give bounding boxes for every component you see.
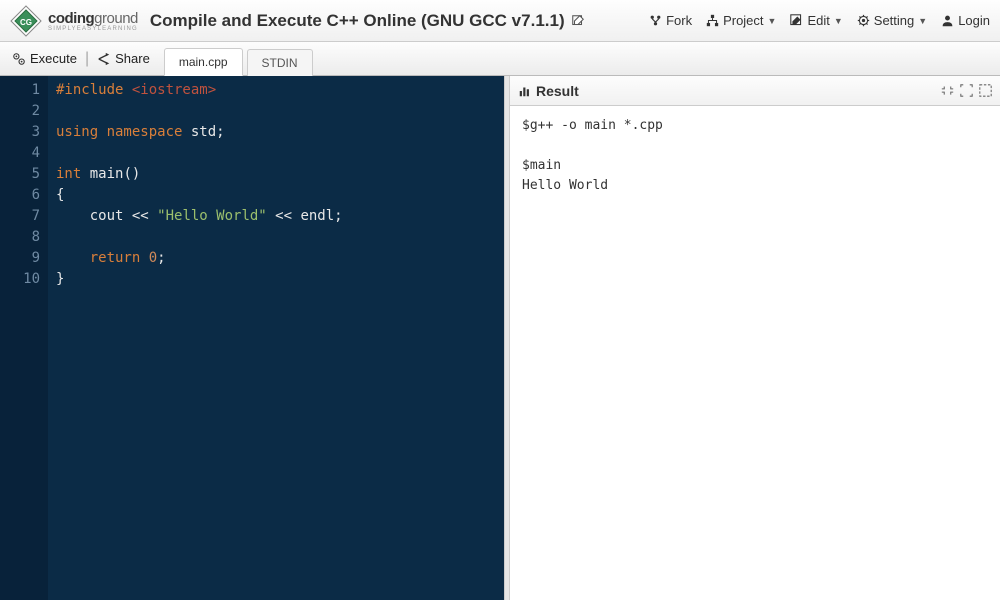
gear-icon bbox=[857, 14, 870, 27]
tab-main-cpp[interactable]: main.cpp bbox=[164, 48, 243, 76]
result-output[interactable]: $g++ -o main *.cpp $main Hello World bbox=[510, 106, 1000, 600]
code-editor[interactable]: 12345678910 #include <iostream>using nam… bbox=[0, 76, 504, 600]
main-split: 12345678910 #include <iostream>using nam… bbox=[0, 76, 1000, 600]
logo-icon: CG bbox=[10, 5, 42, 37]
result-header: Result bbox=[510, 76, 1000, 106]
expand-icon[interactable] bbox=[960, 84, 973, 97]
fork-button[interactable]: Fork bbox=[649, 13, 692, 28]
caret-down-icon: ▼ bbox=[834, 16, 843, 26]
toolbar: Execute | Share main.cpp STDIN bbox=[0, 42, 1000, 76]
user-icon bbox=[941, 14, 954, 27]
edit-title-icon[interactable] bbox=[571, 14, 585, 28]
svg-text:CG: CG bbox=[20, 18, 32, 27]
fork-icon bbox=[649, 14, 662, 27]
fullscreen-icon[interactable] bbox=[979, 84, 992, 97]
result-title-text: Result bbox=[536, 83, 579, 99]
collapse-icon[interactable] bbox=[941, 84, 954, 97]
pencil-square-icon bbox=[790, 14, 803, 27]
app-header: CG codingground SIMPLYEASYLEARNING Compi… bbox=[0, 0, 1000, 42]
page-title: Compile and Execute C++ Online (GNU GCC … bbox=[150, 11, 565, 31]
brand-logo[interactable]: CG codingground SIMPLYEASYLEARNING bbox=[10, 5, 138, 37]
execute-button[interactable]: Execute bbox=[6, 51, 83, 66]
setting-menu[interactable]: Setting ▼ bbox=[857, 13, 927, 28]
login-button[interactable]: Login bbox=[941, 13, 990, 28]
caret-down-icon: ▼ bbox=[918, 16, 927, 26]
brand-text: codingground SIMPLYEASYLEARNING bbox=[48, 10, 138, 32]
cogs-icon bbox=[12, 52, 26, 66]
sitemap-icon bbox=[706, 14, 719, 27]
tab-stdin[interactable]: STDIN bbox=[247, 49, 313, 76]
caret-down-icon: ▼ bbox=[768, 16, 777, 26]
separator: | bbox=[85, 50, 89, 68]
bar-chart-icon bbox=[518, 84, 532, 98]
project-menu[interactable]: Project ▼ bbox=[706, 13, 776, 28]
edit-menu[interactable]: Edit ▼ bbox=[790, 13, 842, 28]
code-content[interactable]: #include <iostream>using namespace std;i… bbox=[48, 76, 343, 600]
result-pane: Result $g++ -o main *.cpp $main Hello Wo… bbox=[510, 76, 1000, 600]
line-gutter: 12345678910 bbox=[0, 76, 48, 600]
header-menu: Fork Project ▼ Edit ▼ Setting ▼ Login bbox=[649, 13, 990, 28]
share-button[interactable]: Share bbox=[91, 51, 156, 66]
share-icon bbox=[97, 52, 111, 66]
file-tabs: main.cpp STDIN bbox=[164, 42, 317, 75]
